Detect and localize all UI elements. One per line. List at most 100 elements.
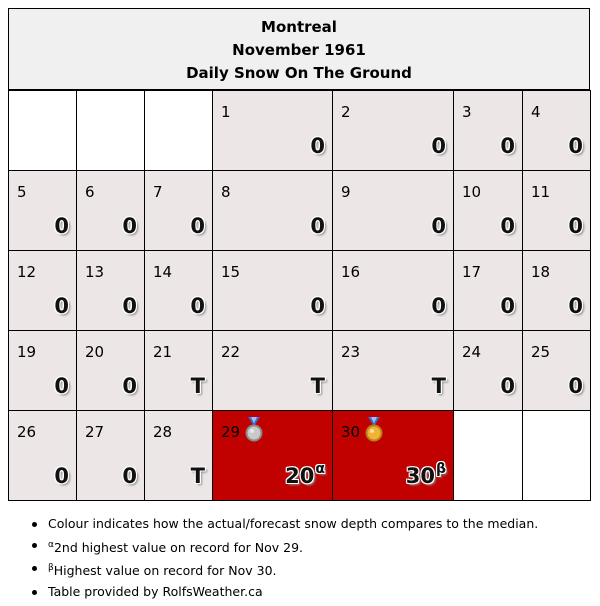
day-cell: 10 0 [453,170,523,251]
note-alpha-text: 2nd highest value on record for Nov 29. [53,539,304,555]
day-number: 1 [221,103,231,121]
day-cell: 24 0 [453,330,523,411]
gold-medal-icon [365,417,383,442]
snow-depth-value: 0 [54,294,69,318]
day-cell: 90 [332,170,454,251]
day-cell: 80 [212,170,333,251]
empty-day-cell [76,90,145,171]
snow-depth-value: 0 [54,374,69,398]
note-colour-text: Colour indicates how the actual/forecast… [48,516,539,531]
snow-depth-value: T [190,374,205,398]
note-beta-text: Highest value on record for Nov 30. [53,563,277,579]
snow-depth-value: 0 [568,214,583,238]
snow-depth-value: 0 [310,134,325,158]
day-cell: 12 0 [8,250,77,331]
notes-list: Colour indicates how the actual/forecast… [30,514,538,602]
day-number: 9 [341,183,351,201]
snow-calendar: Montreal November 1961 Daily Snow On The… [8,8,591,501]
empty-day-cell [522,410,591,501]
snow-depth-value: 30β [405,461,446,488]
day-cell: 15 0 [212,250,333,331]
snow-depth-value: 0 [122,294,137,318]
day-number: 26 [17,423,37,441]
snow-depth-value: 0 [568,294,583,318]
note-alpha: α2nd highest value on record for Nov 29. [30,535,538,559]
day-cell: 16 0 [332,250,454,331]
day-cell: 70 [144,170,213,251]
snow-depth-value: 0 [190,294,205,318]
snow-depth-value: 0 [310,294,325,318]
snow-depth-value: 0 [568,134,583,158]
snow-depth-value: 0 [54,214,69,238]
day-cell: 30 30β [332,410,454,501]
day-number: 16 [341,263,361,281]
day-number: 11 [531,183,551,201]
empty-day-cell [144,90,213,171]
day-number: 10 [462,183,482,201]
snow-depth-value: 0 [500,134,515,158]
note-credit: Table provided by RolfsWeather.ca [30,582,538,603]
day-number: 15 [221,263,241,281]
day-number: 25 [531,343,551,361]
day-cell: 30 [453,90,523,171]
day-number: 18 [531,263,551,281]
day-cell: 18 0 [522,250,591,331]
snow-depth-value: T [431,374,446,398]
snow-depth-value: 0 [310,214,325,238]
day-number: 14 [153,263,173,281]
day-cell: 13 0 [76,250,145,331]
note-beta: βHighest value on record for Nov 30. [30,558,538,582]
day-number: 21 [153,343,173,361]
day-cell: 22 T [212,330,333,411]
day-cell: 25 0 [522,330,591,411]
snow-depth-value: 0 [568,374,583,398]
day-number: 28 [153,423,173,441]
day-number: 12 [17,263,37,281]
day-number: 22 [221,343,241,361]
day-cell: 21 T [144,330,213,411]
snow-depth-value: 0 [431,294,446,318]
day-number: 8 [221,183,231,201]
calendar-header: Montreal November 1961 Daily Snow On The… [8,8,590,90]
snow-depth-value: 0 [431,214,446,238]
day-number: 5 [17,183,27,201]
day-cell: 14 0 [144,250,213,331]
day-cell: 23 T [332,330,454,411]
month-title: November 1961 [232,41,366,59]
day-number: 20 [85,343,105,361]
snow-depth-value: T [310,374,325,398]
day-cell: 20 0 [76,330,145,411]
day-cell: 19 0 [8,330,77,411]
snow-depth-value: 20α [285,461,325,488]
day-number: 23 [341,343,361,361]
record-mark: β [435,461,446,477]
snow-depth-value: 0 [500,214,515,238]
day-cell: 11 0 [522,170,591,251]
day-number: 27 [85,423,105,441]
day-number: 24 [462,343,482,361]
day-cell: 10 [212,90,333,171]
snow-depth-value: 0 [122,374,137,398]
day-number: 2 [341,103,351,121]
day-cell: 28 T [144,410,213,501]
day-number: 17 [462,263,482,281]
day-number: 29 [221,423,241,441]
snow-depth-value: 0 [122,214,137,238]
day-cell: 60 [76,170,145,251]
calendar-subtitle: Daily Snow On The Ground [186,64,412,82]
snow-depth-value: T [190,464,205,488]
snow-depth-value: 0 [500,374,515,398]
day-number: 3 [462,103,472,121]
day-number: 19 [17,343,37,361]
city-title: Montreal [261,18,337,36]
record-mark: α [315,461,325,477]
empty-day-cell [8,90,77,171]
day-cell: 26 0 [8,410,77,501]
note-credit-text: Table provided by RolfsWeather.ca [48,583,263,599]
snow-depth-value: 0 [190,214,205,238]
snow-depth-value: 0 [122,464,137,488]
day-number: 6 [85,183,95,201]
day-cell: 20 [332,90,454,171]
day-cell: 40 [522,90,591,171]
note-colour: Colour indicates how the actual/forecast… [30,514,538,535]
